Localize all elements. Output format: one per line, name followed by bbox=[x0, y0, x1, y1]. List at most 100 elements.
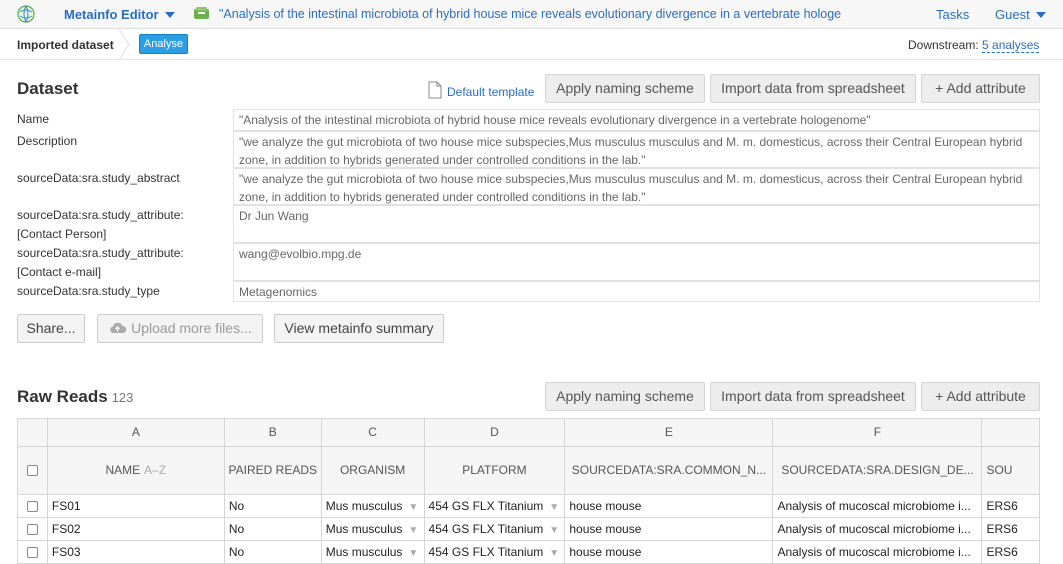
breadcrumb: Imported dataset Analyse Downstream: 5 a… bbox=[0, 29, 1063, 60]
cell-platform[interactable]: 454 GS FLX Titanium ▼ bbox=[424, 494, 566, 518]
column-letter-a[interactable]: A bbox=[47, 419, 225, 447]
analyse-button[interactable]: Analyse bbox=[139, 34, 188, 54]
cell-name[interactable]: FS03 bbox=[47, 540, 225, 564]
plus-icon: + bbox=[935, 80, 944, 96]
column-letter-d[interactable]: D bbox=[424, 419, 566, 447]
downstream-label: Downstream: bbox=[908, 38, 979, 52]
field-value-study-abstract[interactable]: "we analyze the gut microbiota of two ho… bbox=[233, 168, 1040, 205]
dataset-folder-icon bbox=[194, 7, 209, 19]
dropdown-arrow-icon: ▼ bbox=[408, 547, 419, 559]
column-header-row: NAME A–Z PAIRED READS ORGANISM PLATFORM S… bbox=[18, 446, 1040, 495]
field-value-description[interactable]: "we analyze the gut microbiota of two ho… bbox=[233, 131, 1040, 168]
row-select-cell bbox=[18, 540, 48, 564]
app-title-menu[interactable]: Metainfo Editor bbox=[64, 7, 175, 22]
column-letter-c[interactable]: C bbox=[321, 419, 425, 447]
breadcrumb-separator-icon bbox=[118, 29, 130, 60]
cell-common-name[interactable]: house mouse bbox=[564, 540, 774, 564]
chevron-down-icon bbox=[1035, 11, 1046, 18]
cell-source[interactable]: ERS6 bbox=[981, 517, 1040, 541]
document-title-link[interactable]: "Analysis of the intestinal microbiota o… bbox=[219, 7, 867, 21]
cell-platform[interactable]: 454 GS FLX Titanium ▼ bbox=[424, 517, 566, 541]
field-value-study-type[interactable]: Metagenomics bbox=[233, 281, 1040, 302]
select-all-checkbox[interactable] bbox=[26, 465, 38, 477]
raw-reads-apply-naming-scheme-button[interactable]: Apply naming scheme bbox=[545, 382, 705, 411]
column-letter-f[interactable]: F bbox=[772, 419, 983, 447]
cell-platform[interactable]: 454 GS FLX Titanium ▼ bbox=[424, 540, 566, 564]
downstream-analyses-link[interactable]: 5 analyses bbox=[982, 38, 1040, 53]
column-letter-g[interactable] bbox=[981, 419, 1040, 447]
cell-design-description[interactable]: Analysis of mucoscal microbiome i... bbox=[772, 517, 983, 541]
sort-hint: A–Z bbox=[144, 463, 167, 477]
raw-reads-add-attribute-button[interactable]: + Add attribute bbox=[921, 382, 1040, 411]
platform-value: 454 GS FLX Titanium bbox=[428, 521, 544, 536]
add-attribute-label: Add attribute bbox=[946, 80, 1026, 96]
view-metainfo-summary-button[interactable]: View metainfo summary bbox=[274, 314, 444, 343]
raw-reads-title: Raw Reads 123 bbox=[17, 387, 133, 407]
breadcrumb-imported-dataset[interactable]: Imported dataset bbox=[17, 38, 114, 52]
raw-reads-import-spreadsheet-button[interactable]: Import data from spreadsheet bbox=[710, 382, 916, 411]
cell-source[interactable]: ERS6 bbox=[981, 494, 1040, 518]
corner-cell bbox=[18, 419, 48, 447]
raw-reads-title-text: Raw Reads bbox=[17, 387, 108, 406]
share-button[interactable]: Share... bbox=[17, 314, 85, 343]
field-label-contact-email: sourceData:sra.study_attribute: [Contact… bbox=[17, 246, 184, 279]
cell-organism[interactable]: Mus musculus ▼ bbox=[321, 540, 425, 564]
column-letter-e[interactable]: E bbox=[564, 419, 774, 447]
chevron-down-icon bbox=[164, 11, 175, 18]
cell-name[interactable]: FS01 bbox=[47, 494, 225, 518]
column-header-name[interactable]: NAME A–Z bbox=[47, 446, 225, 495]
globe-logo-icon[interactable] bbox=[17, 5, 35, 23]
cell-paired-reads[interactable]: No bbox=[224, 517, 322, 541]
plus-icon: + bbox=[935, 388, 944, 404]
dataset-title: Dataset bbox=[17, 79, 79, 98]
cell-common-name[interactable]: house mouse bbox=[564, 517, 774, 541]
row-checkbox[interactable] bbox=[26, 500, 38, 512]
row-checkbox[interactable] bbox=[26, 523, 38, 535]
column-header-organism[interactable]: ORGANISM bbox=[321, 446, 425, 495]
column-header-common-name[interactable]: SOURCEDATA:SRA.COMMON_N... bbox=[564, 446, 774, 495]
cell-design-description[interactable]: Analysis of mucoscal microbiome i... bbox=[772, 494, 983, 518]
column-header-platform[interactable]: PLATFORM bbox=[424, 446, 566, 495]
cell-organism[interactable]: Mus musculus ▼ bbox=[321, 494, 425, 518]
organism-value: Mus musculus bbox=[325, 544, 403, 559]
platform-value: 454 GS FLX Titanium bbox=[428, 544, 544, 559]
dropdown-arrow-icon: ▼ bbox=[549, 524, 560, 536]
field-value-name[interactable]: "Analysis of the intestinal microbiota o… bbox=[233, 109, 1040, 131]
column-header-design-description[interactable]: SOURCEDATA:SRA.DESIGN_DE... bbox=[772, 446, 983, 495]
dropdown-arrow-icon: ▼ bbox=[549, 547, 560, 559]
cell-paired-reads[interactable]: No bbox=[224, 540, 322, 564]
tasks-link[interactable]: Tasks bbox=[936, 7, 969, 22]
column-letter-b[interactable]: B bbox=[224, 419, 322, 447]
column-header-paired-reads[interactable]: PAIRED READS bbox=[224, 446, 322, 495]
cell-common-name[interactable]: house mouse bbox=[564, 494, 774, 518]
raw-reads-table: A B C D E F NAME A–Z PAIRED READS ORGANIS… bbox=[17, 418, 1040, 564]
row-checkbox[interactable] bbox=[26, 546, 38, 558]
table-row: FS03 No Mus musculus ▼ 454 GS FLX Titaniu… bbox=[18, 540, 1040, 564]
cloud-upload-icon bbox=[110, 322, 127, 333]
add-attribute-button[interactable]: + Add attribute bbox=[921, 74, 1040, 103]
row-select-cell bbox=[18, 517, 48, 541]
user-menu[interactable]: Guest bbox=[995, 7, 1046, 22]
upload-more-files-button[interactable]: Upload more files... bbox=[97, 314, 263, 343]
import-spreadsheet-button[interactable]: Import data from spreadsheet bbox=[710, 74, 916, 103]
field-label-study-abstract: sourceData:sra.study_abstract bbox=[17, 171, 180, 185]
cell-source[interactable]: ERS6 bbox=[981, 540, 1040, 564]
cell-organism[interactable]: Mus musculus ▼ bbox=[321, 517, 425, 541]
column-header-source[interactable]: SOU bbox=[981, 446, 1040, 495]
dropdown-arrow-icon: ▼ bbox=[408, 524, 419, 536]
raw-reads-count: 123 bbox=[111, 390, 134, 405]
column-header-name-label: NAME bbox=[105, 463, 141, 477]
table-row: FS02 No Mus musculus ▼ 454 GS FLX Titaniu… bbox=[18, 517, 1040, 541]
field-value-contact-email[interactable]: wang@evolbio.mpg.de bbox=[233, 243, 1040, 281]
select-all-cell bbox=[18, 446, 48, 495]
downstream-info: Downstream: 5 analyses bbox=[908, 38, 1040, 53]
cell-paired-reads[interactable]: No bbox=[224, 494, 322, 518]
cell-design-description[interactable]: Analysis of mucoscal microbiome i... bbox=[772, 540, 983, 564]
default-template-link[interactable]: Default template bbox=[428, 81, 534, 99]
field-value-contact-person[interactable]: Dr Jun Wang bbox=[233, 205, 1040, 243]
apply-naming-scheme-button[interactable]: Apply naming scheme bbox=[545, 74, 705, 103]
field-label-name: Name bbox=[17, 112, 50, 126]
dropdown-arrow-icon: ▼ bbox=[408, 501, 419, 513]
upload-more-files-label: Upload more files... bbox=[131, 320, 252, 336]
cell-name[interactable]: FS02 bbox=[47, 517, 225, 541]
